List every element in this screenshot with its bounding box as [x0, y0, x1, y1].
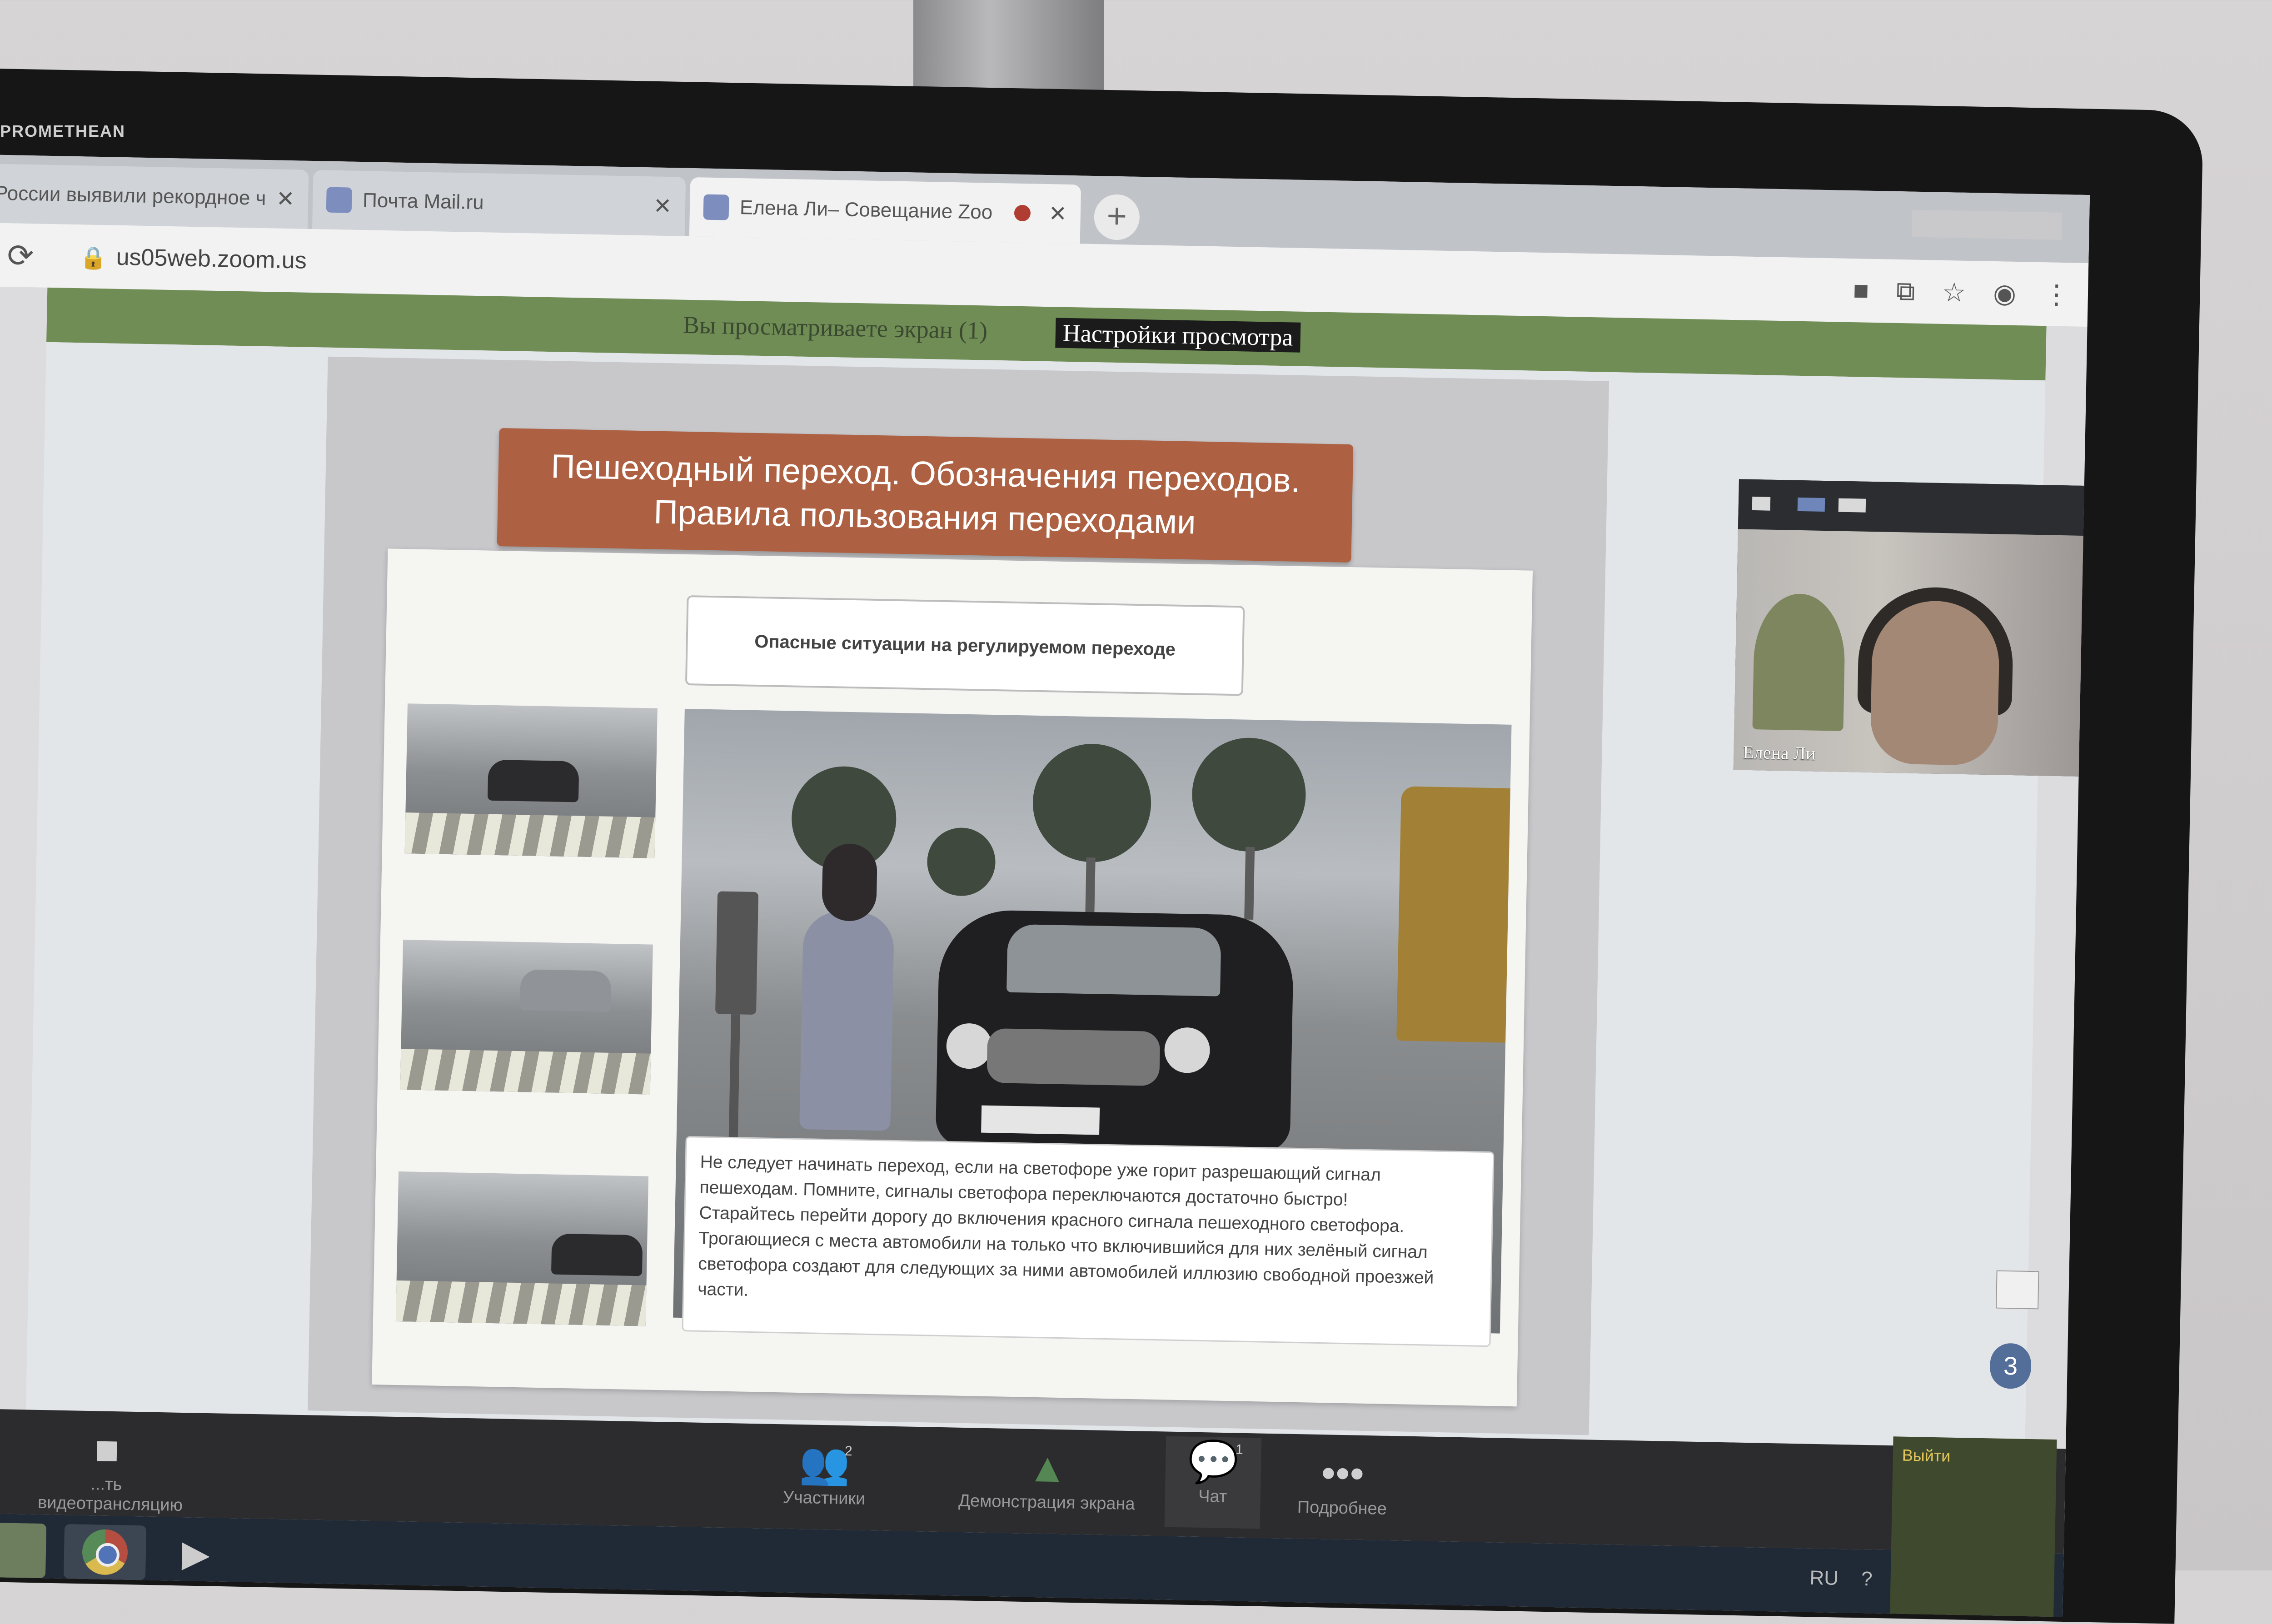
- share-notice: Вы просматриваете экран (1): [683, 311, 988, 344]
- share-screen-label: Демонстрация экрана: [958, 1491, 1136, 1514]
- close-tab-icon[interactable]: ✕: [276, 186, 295, 212]
- notification-popup[interactable]: Выйти: [1889, 1436, 2057, 1617]
- view-settings-button[interactable]: Настройки просмотра: [1055, 318, 1301, 353]
- tab-mail[interactable]: Почта Mail.ru ✕: [312, 170, 686, 236]
- video-feed: [1733, 529, 2090, 777]
- browser-tools: ■ ⧉ ☆ ◉ ⋮: [1853, 275, 2070, 310]
- tab-news[interactable]: России выявили рекордное ч ✕: [0, 163, 309, 229]
- minibus-shape: [1396, 786, 1510, 1043]
- crosswalk-stripes: [404, 812, 656, 858]
- slide-panel: Опасные ситуации на регулируемом переход…: [372, 548, 1533, 1407]
- participants-count: 2: [844, 1443, 852, 1459]
- minimize-video-icon[interactable]: [1752, 496, 1771, 511]
- tree-shape: [927, 827, 996, 897]
- close-tab-icon[interactable]: ✕: [653, 193, 672, 219]
- language-indicator[interactable]: RU: [1809, 1567, 1839, 1590]
- tab-title: Почта Mail.ru: [362, 189, 484, 214]
- participants-button[interactable]: 👥 2 Участники: [756, 1437, 893, 1509]
- more-label: Подробнее: [1297, 1498, 1387, 1519]
- share-screen-icon: ▲: [1026, 1445, 1068, 1491]
- mail-favicon-icon: [326, 187, 352, 213]
- chat-label: Чат: [1198, 1486, 1227, 1507]
- translate-icon[interactable]: ⧉: [1896, 276, 1915, 307]
- tab-title: России выявили рекордное ч: [0, 182, 266, 210]
- more-button[interactable]: ••• Подробнее: [1274, 1447, 1411, 1519]
- participant-name: Елена Ли: [1743, 742, 1816, 764]
- slide-title: Пешеходный переход. Обозначения переходо…: [497, 428, 1354, 563]
- participant-video[interactable]: Елена Ли: [1733, 479, 2090, 777]
- thumbnail-image[interactable]: [404, 703, 658, 858]
- video-header: [1738, 479, 2090, 536]
- camera-icon[interactable]: ■: [1853, 275, 1869, 306]
- car-shape: [520, 969, 612, 1012]
- crosswalk-stripes: [400, 1049, 651, 1095]
- traffic-light: [715, 891, 759, 1169]
- notes-icon[interactable]: [1996, 1270, 2039, 1310]
- caption-line: Трогающиеся с места автомобили на только…: [697, 1228, 1434, 1300]
- car-illustration: [935, 909, 1295, 1152]
- chat-icon: 💬: [1187, 1439, 1240, 1485]
- car-grill: [987, 1028, 1161, 1086]
- chat-button[interactable]: 💬 1 Чат: [1164, 1436, 1262, 1529]
- window-controls[interactable]: [1912, 209, 2063, 240]
- participants-label: Участники: [782, 1488, 866, 1509]
- thumbnail-image[interactable]: [400, 940, 653, 1095]
- url-field[interactable]: us05web.zoom.us: [116, 244, 307, 274]
- page-number-badge[interactable]: 3: [1989, 1343, 2032, 1390]
- video-button[interactable]: ■ ...ть видеотрансляцию: [38, 1424, 183, 1515]
- car-headlight: [946, 1023, 992, 1070]
- media-player-icon[interactable]: ▶: [168, 1526, 224, 1581]
- slide-subtitle: Опасные ситуации на регулируемом переход…: [685, 595, 1245, 696]
- monitor-brand: PROMETHEAN: [0, 122, 126, 140]
- lock-icon: 🔒: [80, 246, 107, 271]
- plant-shape: [1752, 593, 1846, 731]
- car-shape: [551, 1233, 643, 1276]
- pedestrian-girl: [799, 843, 895, 1131]
- zoom-favicon-icon: [703, 194, 729, 220]
- profile-icon[interactable]: ◉: [1993, 278, 2017, 309]
- video-button-label: ...ть видеотрансляцию: [37, 1475, 183, 1515]
- new-tab-button[interactable]: +: [1093, 194, 1140, 240]
- slide-caption: Не следует начинать переход, если на све…: [682, 1136, 1495, 1347]
- car-headlight: [1164, 1027, 1211, 1074]
- notification-title: Выйти: [1902, 1445, 1951, 1465]
- tab-title: Елена Ли– Совещание Zoo: [739, 196, 993, 224]
- camera-icon: ■: [94, 1427, 120, 1473]
- crosswalk-stripes: [395, 1280, 647, 1326]
- presentation-slide: Пешеходный переход. Обозначения переходо…: [308, 356, 1609, 1435]
- reload-icon[interactable]: ⟳: [7, 237, 34, 274]
- chrome-icon: [82, 1529, 128, 1575]
- more-icon: •••: [1320, 1450, 1365, 1497]
- tree-trunk: [1244, 847, 1255, 920]
- menu-icon[interactable]: ⋮: [2043, 279, 2070, 310]
- car-shape: [487, 759, 579, 802]
- monitor-screen: России выявили рекордное ч ✕ Почта Mail.…: [0, 154, 2090, 1617]
- car-plate: [981, 1105, 1100, 1135]
- star-icon[interactable]: ☆: [1942, 277, 1966, 308]
- participants-icon: 👥: [799, 1440, 851, 1487]
- thumbnail-image[interactable]: [395, 1171, 649, 1326]
- start-icon[interactable]: [0, 1522, 47, 1579]
- close-tab-icon[interactable]: ✕: [1048, 201, 1067, 227]
- shared-screen: Пешеходный переход. Обозначения переходо…: [25, 342, 2090, 1448]
- share-screen-button[interactable]: ▲ Демонстрация экрана: [947, 1441, 1148, 1514]
- car-windshield: [1006, 924, 1221, 996]
- gallery-view-icon[interactable]: [1838, 498, 1866, 513]
- participant-face: [1870, 600, 2000, 766]
- chrome-taskbar-button[interactable]: [63, 1524, 147, 1580]
- girl-head: [821, 843, 878, 922]
- recording-indicator-icon: [1014, 204, 1031, 222]
- tab-zoom-meeting[interactable]: Елена Ли– Совещание Zoo ✕: [689, 177, 1081, 244]
- help-icon[interactable]: ?: [1861, 1568, 1873, 1590]
- chat-count: 1: [1235, 1442, 1244, 1457]
- tree-shape: [1031, 742, 1152, 863]
- video-view-icon[interactable]: [1797, 497, 1825, 512]
- tree-shape: [1191, 737, 1307, 853]
